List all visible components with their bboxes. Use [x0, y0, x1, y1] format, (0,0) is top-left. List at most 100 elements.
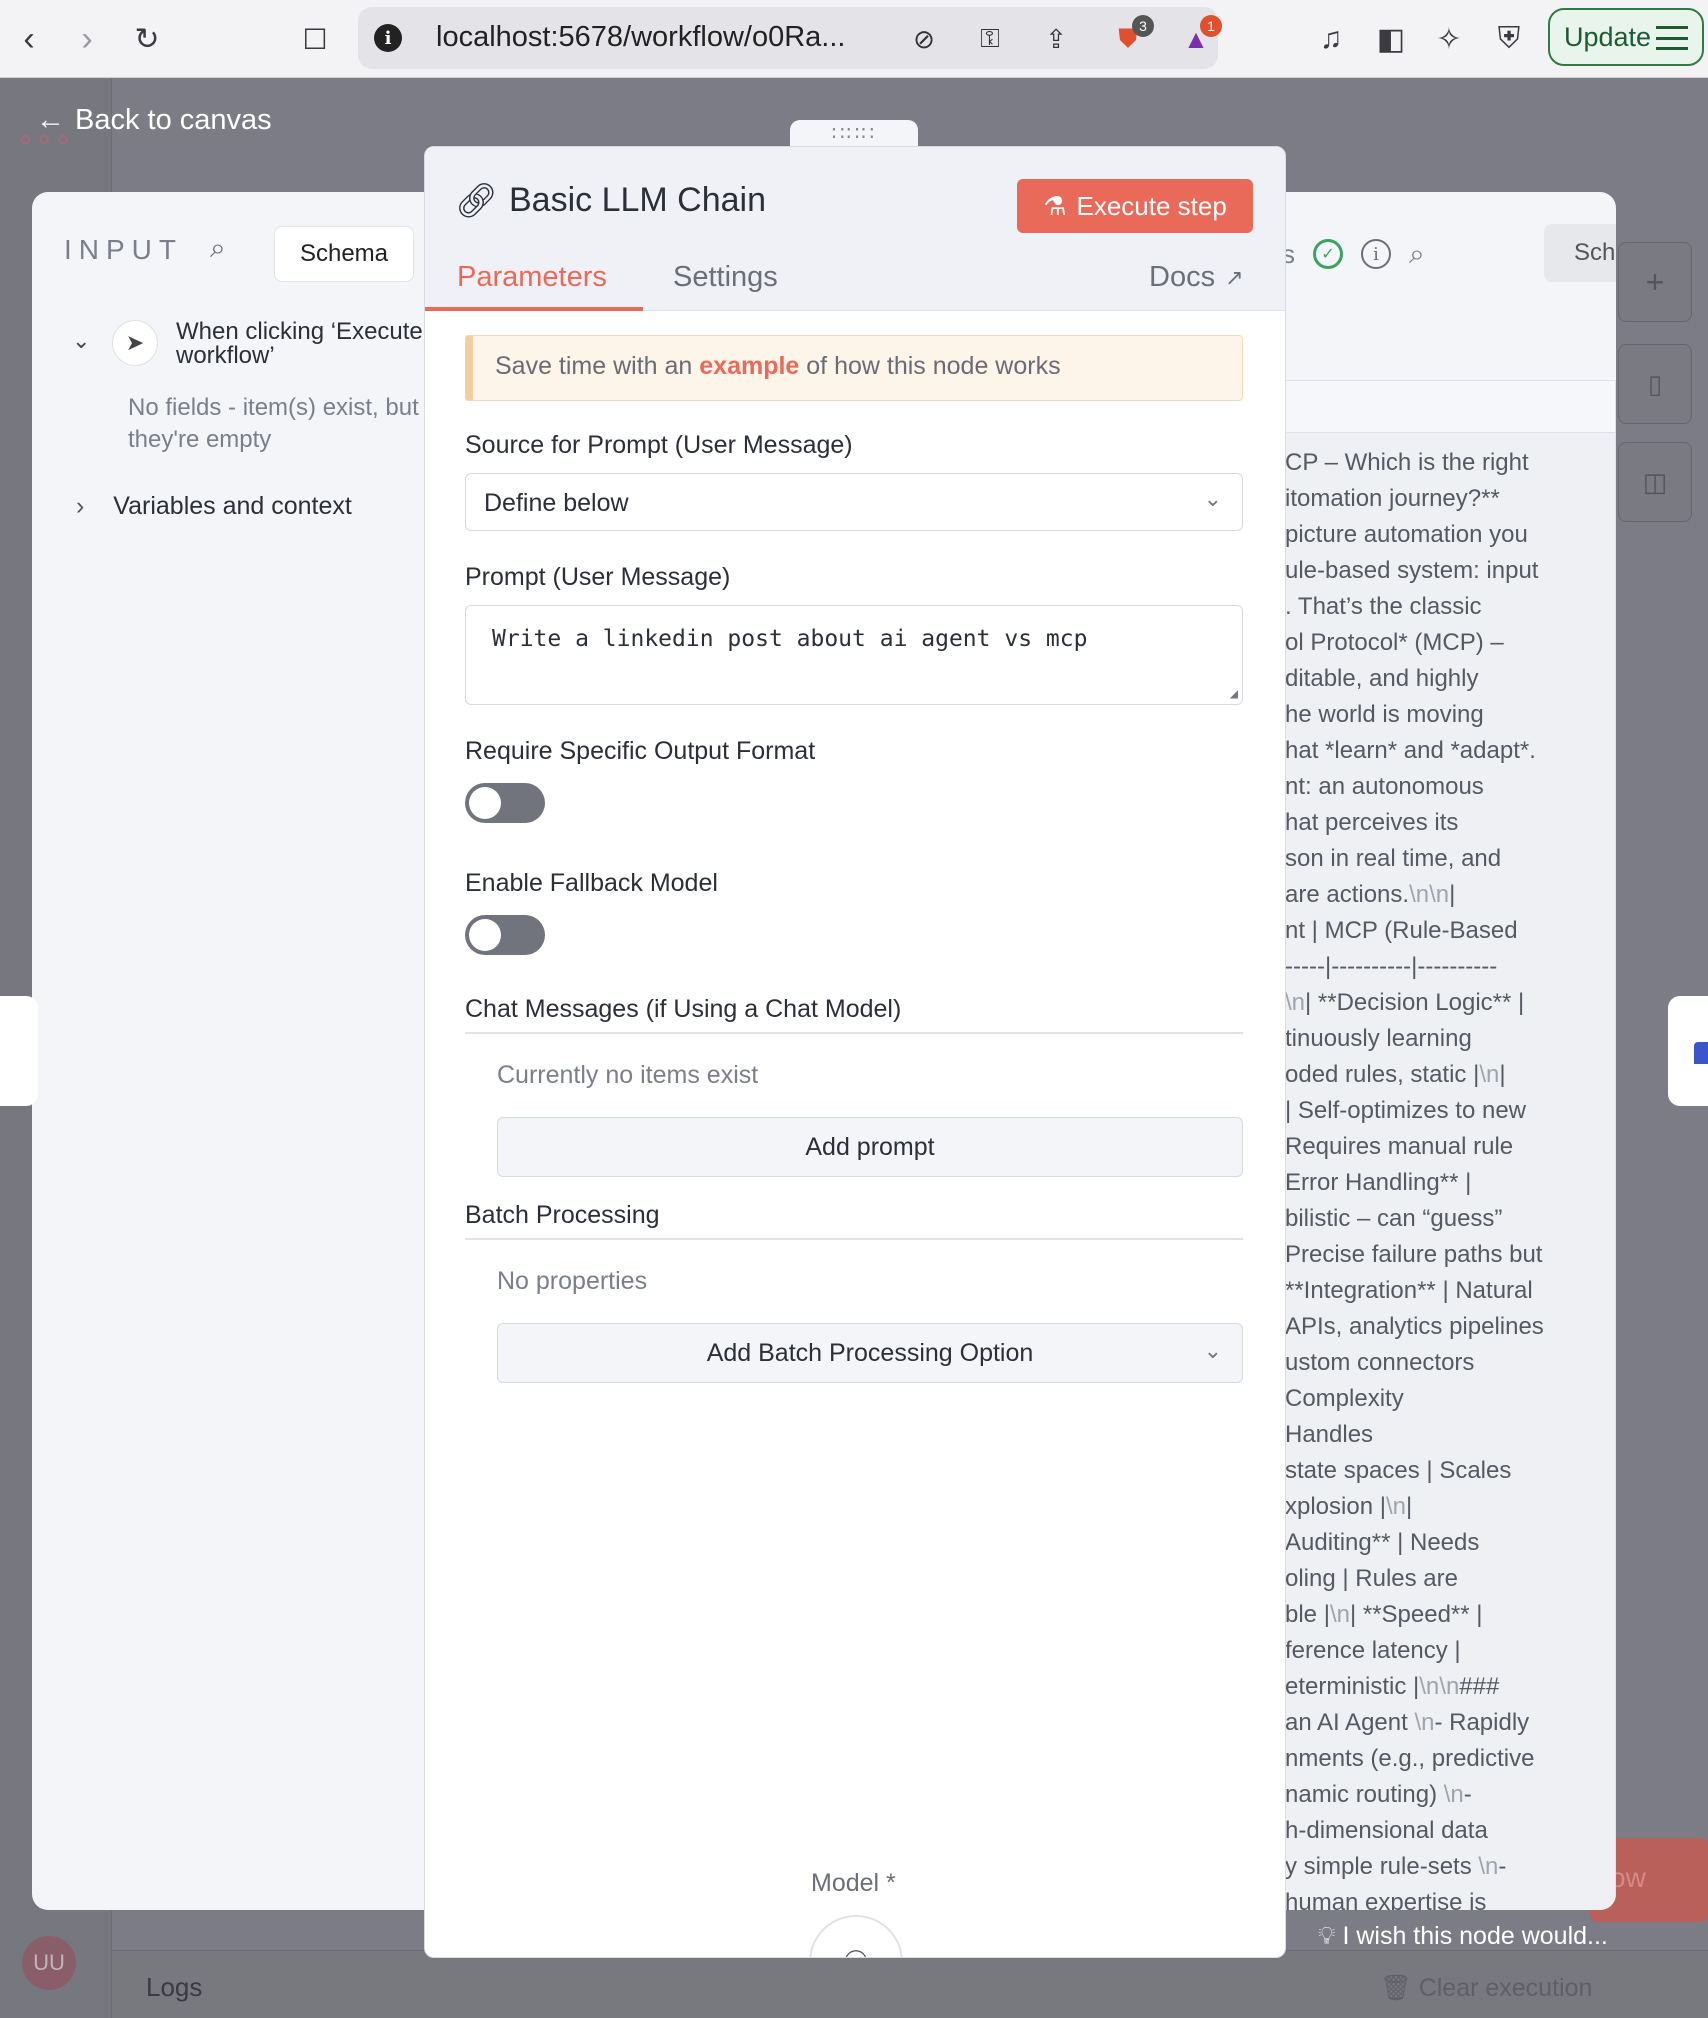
add-prompt-button[interactable]: Add prompt	[497, 1117, 1243, 1177]
back-to-canvas-link[interactable]: ← Back to canvas	[36, 104, 272, 137]
prompt-label: Prompt (User Message)	[465, 563, 731, 591]
output-text-line: Handles	[1285, 1421, 1374, 1448]
active-tab-indicator	[425, 307, 643, 311]
menu-icon	[1656, 26, 1688, 50]
chevron-down-icon: ⌄	[1203, 1338, 1222, 1363]
rewards-icon[interactable]: ▲ 1	[1176, 15, 1222, 59]
output-text-line: | Self-optimizes to new	[1285, 1097, 1526, 1124]
link-icon: 🔗︎	[455, 182, 499, 220]
vpn-shield-icon[interactable]: ⛨	[1484, 14, 1534, 64]
panel-toggle-icon[interactable]: ◫	[1618, 442, 1692, 522]
output-data-header	[1283, 381, 1615, 433]
key-icon[interactable]: ⚿	[970, 19, 1010, 59]
source-prompt-label: Source for Prompt (User Message)	[465, 431, 853, 459]
brave-badge: 3	[1132, 15, 1154, 37]
output-text-line: ble |\n| **Speed** |	[1285, 1601, 1483, 1628]
output-text-line: \n| **Decision Logic** |	[1285, 989, 1525, 1016]
external-link-icon: ↗	[1225, 264, 1244, 290]
update-button[interactable]: Update	[1548, 8, 1704, 66]
output-text-line: hat *learn* and *adapt*.	[1285, 737, 1536, 764]
output-text-line: y simple rule-sets \n-	[1285, 1853, 1507, 1880]
source-prompt-select[interactable]: Define below ⌄	[465, 473, 1243, 531]
chevron-down-icon: ⌄	[1203, 486, 1222, 511]
fallback-model-toggle[interactable]	[465, 915, 545, 955]
clear-execution-label: Clear execution	[1418, 1974, 1593, 2002]
no-fields-message: No fields - item(s) exist, but they're e…	[128, 394, 419, 453]
resize-handle-icon[interactable]: ◢	[1230, 686, 1238, 702]
sidebar-toggle-icon[interactable]: ◧	[1366, 14, 1416, 64]
logs-label[interactable]: Logs	[146, 1972, 202, 2003]
output-text-line: Precise failure paths but	[1285, 1241, 1543, 1268]
cursor-icon: ➤	[112, 320, 158, 366]
output-text-line: oling | Rules are	[1285, 1565, 1458, 1592]
execute-step-button[interactable]: ⚗︎ Execute step	[1017, 179, 1253, 233]
brave-shield-icon[interactable]: ⛊ 3	[1108, 15, 1154, 59]
next-node-arrow[interactable]	[1668, 996, 1708, 1106]
output-text-line: human expertise is	[1285, 1889, 1487, 1910]
docs-link[interactable]: Docs ↗	[1149, 261, 1244, 294]
output-search-icon[interactable]: ⌕	[1409, 238, 1425, 271]
variables-context-row[interactable]: › Variables and context	[76, 492, 352, 521]
output-text: CP – Which is the right itomation journey…	[1283, 433, 1615, 1910]
reload-icon[interactable]: ↻	[122, 14, 172, 64]
output-text-line: . That’s the classic	[1285, 593, 1482, 620]
output-text-line: state spaces | Scales	[1285, 1457, 1512, 1484]
site-info-icon[interactable]: i	[374, 24, 402, 52]
avatar[interactable]: UU	[22, 1936, 76, 1990]
add-batch-option-label: Add Batch Processing Option	[706, 1338, 1034, 1367]
node-title[interactable]: Basic LLM Chain	[509, 181, 766, 220]
toggle-knob	[469, 787, 501, 819]
info-icon[interactable]: i	[1361, 239, 1391, 269]
add-batch-option-button[interactable]: Add Batch Processing Option ⌄	[497, 1323, 1243, 1383]
output-text-line: h-dimensional data	[1285, 1817, 1488, 1844]
output-text-line: nt | MCP (Rule-Based	[1285, 917, 1518, 944]
back-icon[interactable]: ‹	[4, 14, 54, 64]
leo-ai-icon[interactable]: ✧	[1424, 14, 1474, 64]
share-icon[interactable]: ⇪	[1036, 19, 1076, 59]
output-text-line: hat perceives its	[1285, 809, 1459, 836]
output-text-line: Requires manual rule	[1285, 1133, 1514, 1160]
output-text-line: namic routing) \n-	[1285, 1781, 1472, 1808]
url-text[interactable]: localhost:5678/workflow/o0Ra...	[436, 21, 845, 54]
output-text-line: CP – Which is the right	[1285, 449, 1529, 476]
tab-settings[interactable]: Settings	[673, 261, 778, 294]
output-text-line: an AI Agent \n- Rapidly	[1285, 1709, 1530, 1736]
node-panel-header: 🔗︎ Basic LLM Chain ⚗︎ Execute step Param…	[425, 147, 1285, 311]
chevron-down-icon[interactable]: ⌄	[72, 328, 90, 354]
model-label: Model *	[811, 1869, 896, 1897]
output-text-line: eterministic |\n\n###	[1285, 1673, 1500, 1700]
prompt-value: Write a linkedin post about ai agent vs …	[492, 626, 1088, 652]
tracking-off-icon[interactable]: ⊘	[904, 19, 944, 59]
output-text-line: Complexity	[1285, 1385, 1404, 1412]
sticky-note-icon[interactable]: ▯	[1618, 344, 1692, 424]
output-data-box: CP – Which is the right itomation journey…	[1282, 380, 1616, 1910]
output-text-line: oded rules, static |\n|	[1285, 1061, 1506, 1088]
output-text-line: tinuously learning	[1285, 1025, 1472, 1052]
example-link[interactable]: example	[699, 352, 799, 380]
output-text-line: Auditing** | Needs	[1285, 1529, 1480, 1556]
clear-execution-button[interactable]: 🗑︎ Clear execution	[1380, 1974, 1592, 2003]
flask-icon: ⚗︎	[1043, 190, 1067, 221]
output-text-line: ol Protocol* (MCP) –	[1285, 629, 1504, 656]
prompt-textarea[interactable]: Write a linkedin post about ai agent vs …	[465, 605, 1243, 705]
search-icon[interactable]: ⌕	[210, 232, 226, 265]
tab-output-schema[interactable]: Schem	[1544, 224, 1616, 282]
add-node-icon[interactable]: +	[1618, 242, 1692, 322]
output-text-line: **Integration** | Natural	[1285, 1277, 1533, 1304]
music-icon[interactable]: ♫	[1306, 14, 1356, 64]
previous-node-arrow[interactable]	[0, 996, 38, 1106]
model-connector-icon[interactable]: ⚇	[809, 1915, 903, 1957]
output-text-line: are actions.\n\n|	[1285, 881, 1456, 908]
feedback-link[interactable]: 💡︎ I wish this node would...	[1318, 1922, 1608, 1951]
require-format-label: Require Specific Output Format	[465, 737, 816, 765]
forward-icon[interactable]: ›	[62, 14, 112, 64]
tab-schema[interactable]: Schema	[274, 226, 414, 282]
address-bar[interactable]: i localhost:5678/workflow/o0Ra... ⊘ ⚿ ⇪ …	[358, 7, 1222, 69]
feedback-text: I wish this node would...	[1342, 1922, 1608, 1950]
output-text-line: itomation journey?**	[1285, 485, 1500, 512]
toggle-knob	[469, 919, 501, 951]
bookmark-icon[interactable]: ☐	[290, 14, 340, 64]
tab-parameters[interactable]: Parameters	[457, 261, 607, 294]
require-format-toggle[interactable]	[465, 783, 545, 823]
execute-step-label: Execute step	[1076, 190, 1227, 221]
